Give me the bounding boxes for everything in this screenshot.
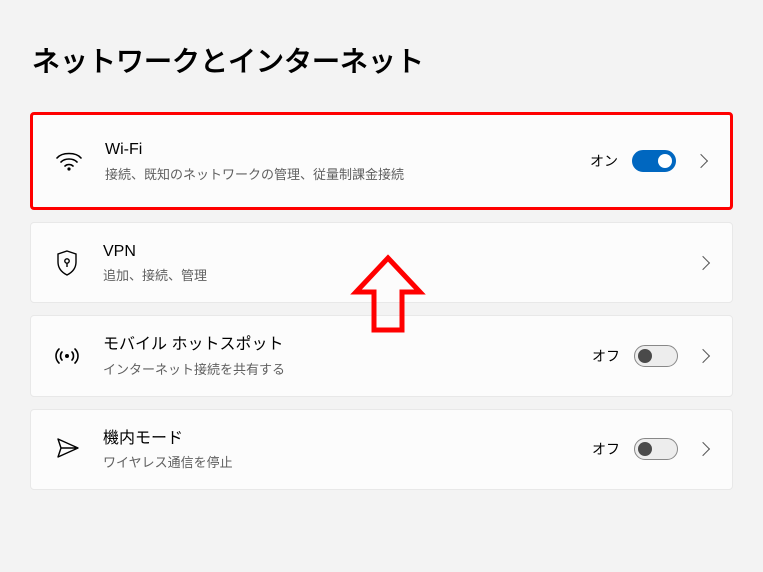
vpn-subtitle: 追加、接続、管理 (103, 265, 692, 284)
page-title: ネットワークとインターネット (0, 0, 763, 80)
chevron-right-icon (696, 442, 710, 456)
hotspot-toggle[interactable] (634, 345, 678, 367)
hotspot-toggle-label: オフ (592, 346, 620, 366)
row-airplane[interactable]: 機内モード ワイヤレス通信を停止 オフ (30, 409, 733, 490)
hotspot-subtitle: インターネット接続を共有する (103, 359, 592, 378)
row-wifi[interactable]: Wi-Fi 接続、既知のネットワークの管理、従量制課金接続 オン (30, 112, 733, 210)
wifi-toggle-label: オン (590, 151, 618, 171)
wifi-subtitle: 接続、既知のネットワークの管理、従量制課金接続 (105, 164, 590, 183)
airplane-title: 機内モード (103, 428, 592, 450)
vpn-text: VPN 追加、接続、管理 (103, 241, 692, 284)
chevron-right-icon (696, 349, 710, 363)
airplane-toggle[interactable] (634, 438, 678, 460)
airplane-icon (47, 436, 87, 462)
hotspot-icon (47, 345, 87, 367)
wifi-icon (49, 151, 89, 171)
vpn-title: VPN (103, 241, 692, 263)
wifi-title: Wi-Fi (105, 139, 590, 161)
row-vpn[interactable]: VPN 追加、接続、管理 (30, 222, 733, 303)
chevron-right-icon (694, 154, 708, 168)
airplane-text: 機内モード ワイヤレス通信を停止 (103, 428, 592, 471)
wifi-text: Wi-Fi 接続、既知のネットワークの管理、従量制課金接続 (105, 139, 590, 182)
vpn-icon (47, 250, 87, 276)
wifi-toggle[interactable] (632, 150, 676, 172)
airplane-toggle-label: オフ (592, 439, 620, 459)
chevron-right-icon (696, 256, 710, 270)
airplane-subtitle: ワイヤレス通信を停止 (103, 452, 592, 471)
row-hotspot[interactable]: モバイル ホットスポット インターネット接続を共有する オフ (30, 315, 733, 396)
hotspot-title: モバイル ホットスポット (103, 334, 592, 356)
hotspot-text: モバイル ホットスポット インターネット接続を共有する (103, 334, 592, 377)
settings-list: Wi-Fi 接続、既知のネットワークの管理、従量制課金接続 オン VPN 追加、… (0, 80, 763, 490)
